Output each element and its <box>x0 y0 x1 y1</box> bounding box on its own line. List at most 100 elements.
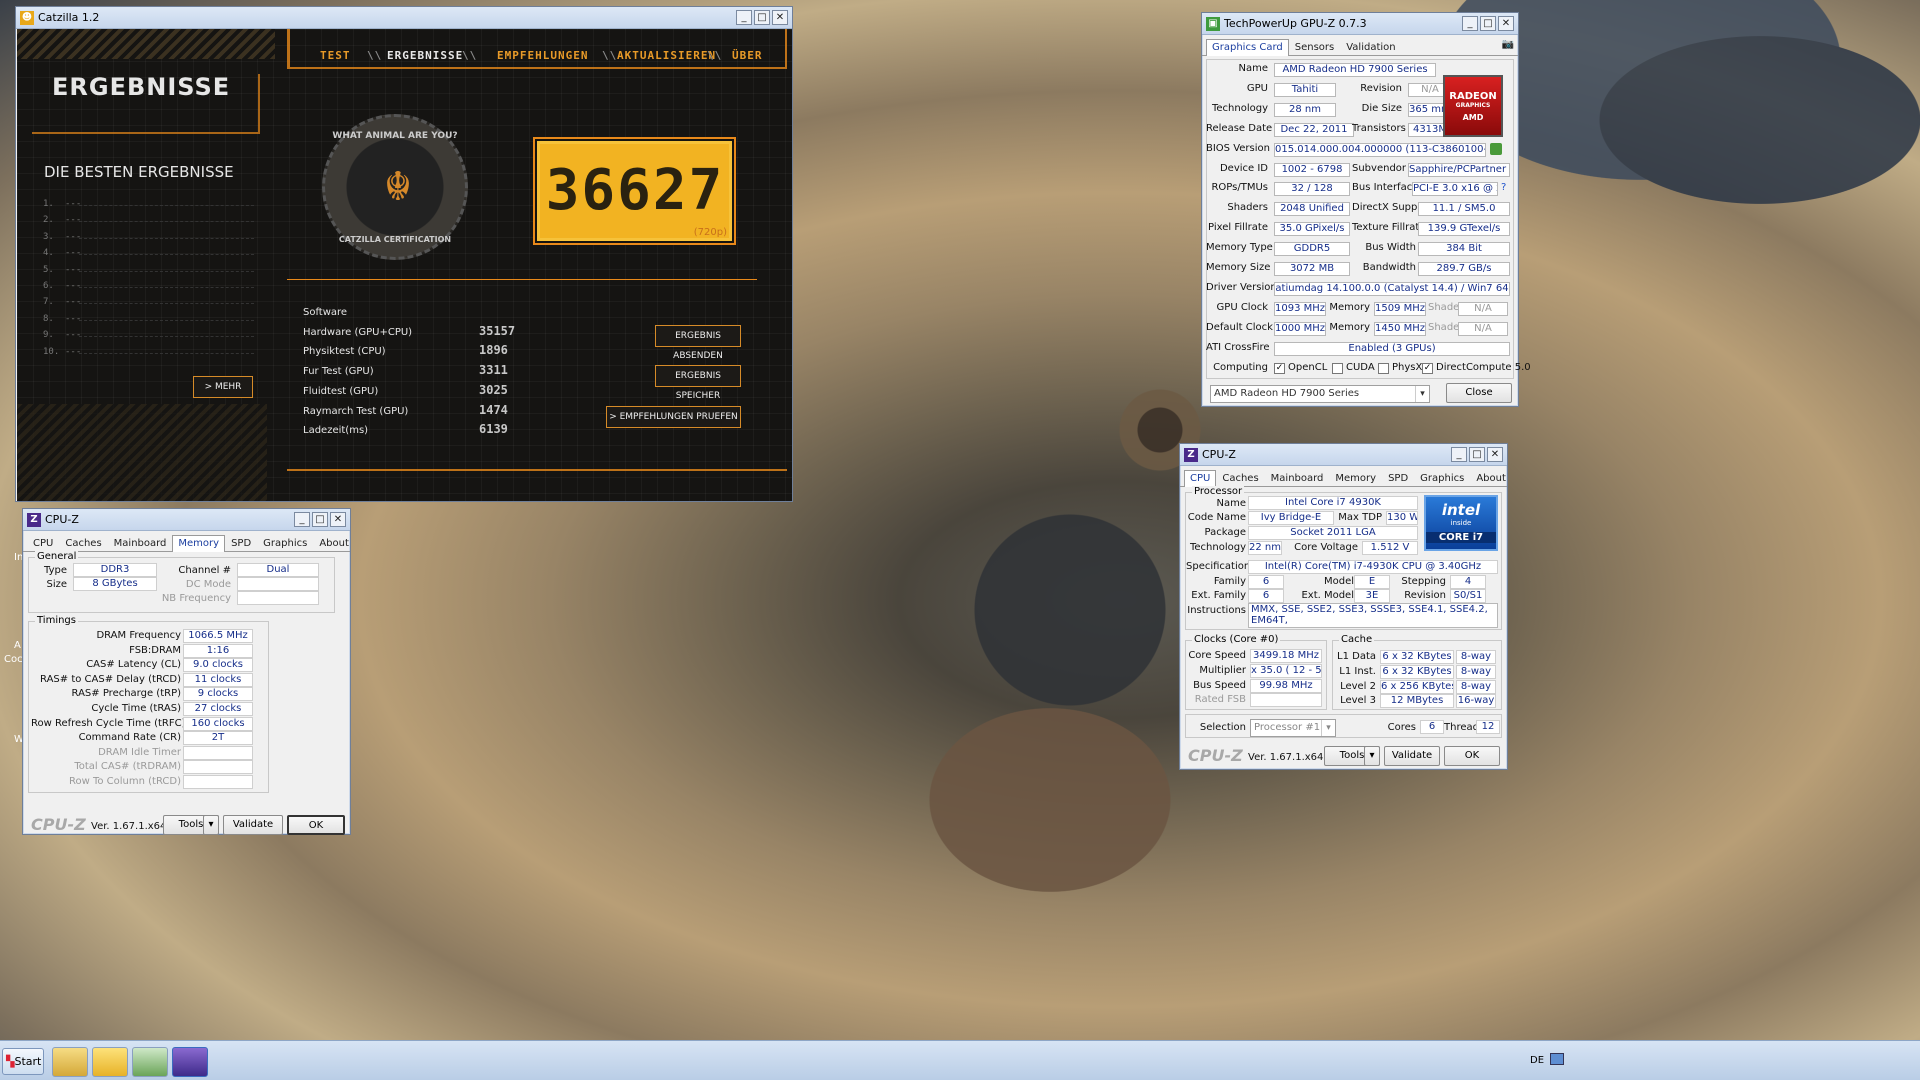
save-result-button[interactable]: ERGEBNIS SPEICHER <box>655 365 741 401</box>
maximize-button[interactable]: □ <box>754 10 770 25</box>
tools-dropdown-icon[interactable]: ▾ <box>1364 746 1380 766</box>
check-recommendations-button[interactable]: > EMPFEHLUNGEN PRUEFEN <box>606 406 741 428</box>
minimize-button[interactable]: _ <box>736 10 752 25</box>
tab-graphics[interactable]: Graphics <box>1414 470 1470 486</box>
tab-about[interactable]: About <box>1470 470 1512 486</box>
tab-sensors[interactable]: Sensors <box>1289 39 1341 55</box>
bus-help-icon[interactable]: ? <box>1501 182 1506 193</box>
rank-number: 2. <box>43 215 54 226</box>
cpuz-titlebar[interactable]: Z CPU-Z _ □ ✕ <box>23 509 350 531</box>
tab-cpu[interactable]: CPU <box>1184 470 1217 487</box>
nav-ergebnisse[interactable]: ERGEBNISSE <box>387 49 463 62</box>
tab-caches[interactable]: Caches <box>1216 470 1264 486</box>
bios-save-icon[interactable] <box>1490 142 1502 155</box>
gpuz-window: ▣ TechPowerUp GPU-Z 0.7.3 _ □ ✕ Graphics Ca… <box>1201 12 1531 407</box>
mem-type: DDR3 <box>73 563 157 577</box>
nav-aktualisieren[interactable]: AKTUALISIEREN <box>617 49 716 62</box>
tab-caches[interactable]: Caches <box>59 535 107 551</box>
checkbox-physx[interactable] <box>1378 362 1389 374</box>
tools-dropdown-icon[interactable]: ▾ <box>203 815 219 835</box>
checkbox-cuda[interactable] <box>1332 362 1343 374</box>
cpu-value: 4 <box>1450 575 1486 589</box>
send-result-button[interactable]: ERGEBNIS ABSENDEN <box>655 325 741 361</box>
cpuz-version: Ver. 1.67.1.x64 <box>1248 752 1324 763</box>
computing-label: OpenCL <box>1288 361 1328 373</box>
tab-mainboard[interactable]: Mainboard <box>1265 470 1330 486</box>
cpuz-memory-window: Z CPU-Z _ □ ✕ CPU Caches Mainboard Memory SPD Gr… <box>22 508 351 835</box>
cpu-value: 1.512 V <box>1362 541 1418 555</box>
nav-empfehlungen[interactable]: EMPFEHLUNGEN <box>497 49 588 62</box>
mem-label: DC Mode <box>185 579 231 590</box>
nav-test[interactable]: TEST <box>320 49 351 62</box>
catzilla-titlebar[interactable]: ☻ Catzilla 1.2 _ □ ✕ <box>16 7 792 29</box>
close-button[interactable]: ✕ <box>1498 16 1514 31</box>
close-button[interactable]: ✕ <box>772 10 788 25</box>
close-button[interactable]: Close <box>1446 383 1512 403</box>
result-value: 1896 <box>479 343 508 358</box>
gpu-value-name: AMD Radeon HD 7900 Series <box>1274 63 1436 77</box>
close-button[interactable]: ✕ <box>330 512 346 527</box>
camera-icon[interactable]: 📷 <box>1502 39 1514 55</box>
minimize-button[interactable]: _ <box>1451 447 1467 462</box>
ok-button[interactable]: OK <box>287 815 345 835</box>
dc-mode <box>237 577 319 591</box>
monitor-tray-icon[interactable] <box>1550 1053 1564 1065</box>
gpu-label-revision: Revision <box>1360 82 1402 94</box>
validate-button[interactable]: Validate <box>1384 746 1440 766</box>
cpuz-icon: Z <box>27 512 41 527</box>
tab-graphics-card[interactable]: Graphics Card <box>1206 39 1289 56</box>
tab-cpu[interactable]: CPU <box>27 535 59 551</box>
cpu-label: Max TDP <box>1338 512 1382 523</box>
language-indicator[interactable]: DE <box>1530 1055 1544 1066</box>
gpu-label-driver: Driver Version <box>1206 281 1277 293</box>
result-value: 6139 <box>479 422 508 437</box>
cpuz-taskbar-icon[interactable] <box>172 1047 208 1077</box>
tab-spd[interactable]: SPD <box>225 535 257 551</box>
tab-memory[interactable]: Memory <box>172 535 226 552</box>
checkbox-opencl[interactable]: ✓ <box>1274 362 1285 374</box>
tab-spd[interactable]: SPD <box>1382 470 1414 486</box>
maximize-button[interactable]: □ <box>312 512 328 527</box>
gpuz-taskbar-icon[interactable] <box>132 1047 168 1077</box>
gpuz-titlebar[interactable]: ▣ TechPowerUp GPU-Z 0.7.3 _ □ ✕ <box>1202 13 1518 35</box>
cpu-label: Selection <box>1199 722 1246 733</box>
more-button[interactable]: > MEHR <box>193 376 253 398</box>
gpu-select[interactable]: AMD Radeon HD 7900 Series <box>1210 385 1430 403</box>
timing-value <box>183 760 253 775</box>
maximize-button[interactable]: □ <box>1469 447 1485 462</box>
nav-ueber[interactable]: ÜBER <box>732 49 763 62</box>
gpu-label-memory: Memory <box>1329 321 1370 333</box>
gpu-label-default_clock: Default Clock <box>1206 321 1273 333</box>
tab-validation[interactable]: Validation <box>1340 39 1401 55</box>
nav-sep: \\ <box>707 49 723 62</box>
validate-button[interactable]: Validate <box>223 815 283 835</box>
cpuz-brand: CPU-Z <box>31 815 86 834</box>
catzilla-taskbar-icon[interactable] <box>92 1047 128 1077</box>
minimize-button[interactable]: _ <box>1462 16 1478 31</box>
nav-sep: \\ <box>462 49 478 62</box>
tab-memory[interactable]: Memory <box>1329 470 1382 486</box>
ok-button[interactable]: OK <box>1444 746 1500 766</box>
logo-text: intel <box>1441 501 1481 519</box>
mem-label: Channel # <box>178 565 231 576</box>
start-button[interactable]: ▚Start <box>2 1048 44 1075</box>
cache-ways: 8-way <box>1456 680 1496 694</box>
explorer-taskbar-icon[interactable] <box>52 1047 88 1077</box>
gpu-label-mem_size: Memory Size <box>1206 262 1271 273</box>
cat-emblem-icon: ☬ <box>383 164 413 210</box>
minimize-button[interactable]: _ <box>294 512 310 527</box>
cpuz-titlebar[interactable]: Z CPU-Z _ □ ✕ <box>1180 444 1507 466</box>
catzilla-content: TEST \\ ERGEBNISSE \\ EMPFEHLUNGEN \\ AK… <box>17 29 792 501</box>
tab-graphics[interactable]: Graphics <box>257 535 313 551</box>
maximize-button[interactable]: □ <box>1480 16 1496 31</box>
result-value: 3311 <box>479 363 508 378</box>
gpu-label-bus_width: Bus Width <box>1365 242 1416 254</box>
processor-select[interactable]: Processor #1 <box>1250 719 1336 737</box>
timing-value <box>183 775 253 789</box>
result-label: Fluidtest (GPU) <box>303 385 379 397</box>
rank-number: 3. <box>43 231 54 242</box>
close-button[interactable]: ✕ <box>1487 447 1503 462</box>
tab-mainboard[interactable]: Mainboard <box>108 535 173 551</box>
tab-about[interactable]: About <box>313 535 355 551</box>
checkbox-directcompute-5-0[interactable]: ✓ <box>1422 362 1433 374</box>
